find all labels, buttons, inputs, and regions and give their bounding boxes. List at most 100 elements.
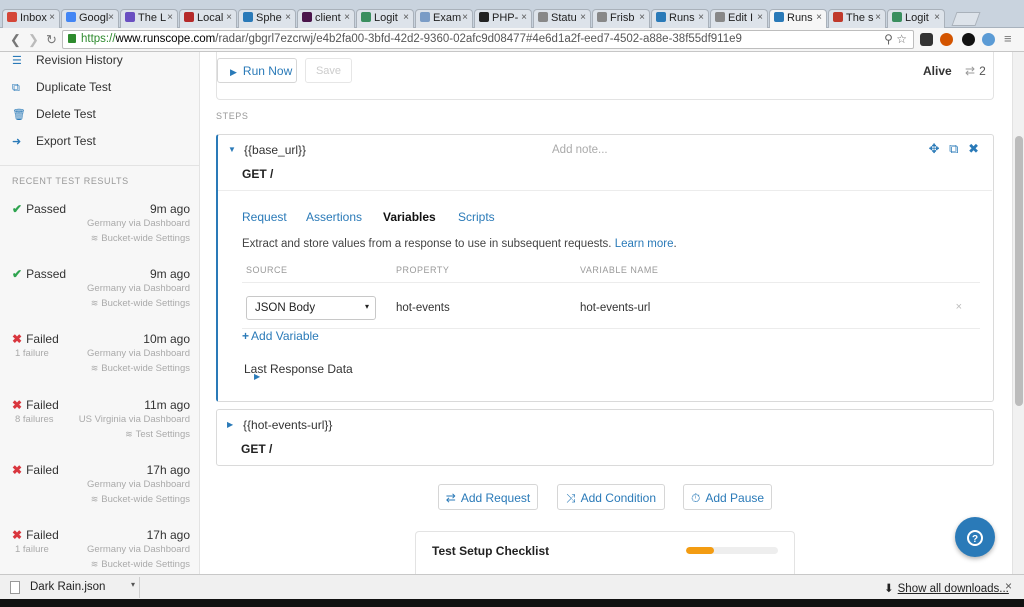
- step-url[interactable]: {{base_url}}: [244, 143, 306, 157]
- bookmark-star-icon[interactable]: ☆: [896, 32, 907, 46]
- test-setup-checklist[interactable]: Test Setup Checklist: [415, 531, 795, 574]
- test-result-item[interactable]: ✖ Failed 17h ago 1 failure Germany via Dashb…: [0, 528, 199, 574]
- close-icon[interactable]: ×: [639, 12, 645, 23]
- browser-tab[interactable]: Google×: [61, 9, 119, 28]
- browser-tab[interactable]: Frisb ×: [592, 9, 650, 28]
- result-location: Germany via Dashboard: [87, 478, 190, 490]
- close-icon[interactable]: ×: [108, 12, 114, 23]
- add-variable-button[interactable]: + Add Variable: [242, 329, 319, 343]
- browser-tab[interactable]: PHP- ×: [474, 9, 532, 28]
- reload-icon[interactable]: ↻: [46, 32, 57, 48]
- tab-title: Runs: [787, 12, 813, 24]
- browser-tab[interactable]: The s ×: [828, 9, 886, 28]
- recent-results-heading: RECENT TEST RESULTS: [12, 176, 129, 186]
- source-select[interactable]: JSON Body ▾: [246, 296, 376, 320]
- close-icon[interactable]: ×: [521, 12, 527, 23]
- close-icon[interactable]: ×: [285, 12, 291, 23]
- address-bar[interactable]: https://www.runscope.com/radar/gbgrl7ezc…: [62, 30, 914, 49]
- tab-scripts[interactable]: Scripts: [458, 210, 495, 224]
- learn-more-link[interactable]: Learn more: [615, 238, 674, 250]
- browser-menu-icon[interactable]: ≡: [1004, 31, 1012, 46]
- export-test-link[interactable]: ➜ Export Test: [12, 134, 96, 152]
- check-icon: ✔: [12, 267, 23, 282]
- close-icon[interactable]: ×: [49, 12, 55, 23]
- close-icon[interactable]: ×: [934, 12, 940, 23]
- add-condition-button[interactable]: ⤨ Add Condition: [557, 484, 665, 510]
- test-result-item[interactable]: ✔ Passed 9m ago Germany via Dashboard ≋ Bucke…: [0, 267, 199, 329]
- close-icon[interactable]: ×: [875, 12, 881, 23]
- extension-icon[interactable]: [982, 33, 995, 46]
- cross-icon: ✖: [12, 397, 23, 412]
- failure-count: 8 failures: [15, 413, 54, 425]
- run-now-button[interactable]: ▶ Run Now: [217, 58, 297, 83]
- help-icon: ?: [967, 530, 983, 546]
- add-pause-button[interactable]: ⏱ Add Pause: [683, 484, 772, 510]
- close-icon[interactable]: ×: [344, 12, 350, 23]
- duplicate-icon[interactable]: ⧉: [949, 141, 958, 156]
- test-result-item[interactable]: ✖ Failed 17h ago Germany via Dashboard ≋ Buck…: [0, 463, 199, 525]
- remove-variable-icon[interactable]: ×: [956, 301, 962, 313]
- property-input[interactable]: hot-events: [396, 302, 450, 314]
- result-location: Germany via Dashboard: [87, 348, 190, 360]
- forward-icon[interactable]: ❯: [28, 32, 39, 48]
- test-result-item[interactable]: ✖ Failed 10m ago 1 failure Germany via Dashb…: [0, 332, 199, 394]
- browser-tab[interactable]: Sphe ×: [238, 9, 296, 28]
- new-tab-button[interactable]: [951, 12, 981, 26]
- downloads-bar: Dark Rain.json ▾ ⬇ Show all downloads... …: [0, 574, 1024, 599]
- cross-icon: ✖: [12, 528, 23, 542]
- move-icon[interactable]: ✥: [929, 141, 940, 156]
- close-icon[interactable]: ×: [1005, 579, 1012, 593]
- browser-tab[interactable]: Statu ×: [533, 9, 591, 28]
- test-result-item[interactable]: ✔ Passed 9m ago Germany via Dashboard ≋ Bucke…: [0, 202, 199, 264]
- tab-request[interactable]: Request: [242, 210, 287, 224]
- add-request-button[interactable]: ⇄ Add Request: [438, 484, 538, 510]
- chevron-down-icon[interactable]: ▾: [131, 580, 135, 589]
- help-button[interactable]: ?: [955, 517, 995, 557]
- trash-icon: 🗑: [12, 109, 26, 121]
- collapse-icon[interactable]: ▼: [228, 145, 236, 154]
- revision-history-link[interactable]: ☰ Revision History: [12, 53, 123, 71]
- extension-icon[interactable]: [920, 33, 933, 46]
- close-icon[interactable]: ×: [580, 12, 586, 23]
- browser-tab[interactable]: Runs ×: [769, 9, 827, 28]
- test-result-item[interactable]: ✖ Failed 11m ago 8 failures US Virginia via …: [0, 398, 199, 460]
- delete-icon[interactable]: ✖: [968, 141, 979, 156]
- tab-assertions[interactable]: Assertions: [306, 210, 362, 224]
- search-icon[interactable]: ⚲: [884, 32, 893, 46]
- shared-count[interactable]: ⇄ 2: [965, 64, 986, 78]
- close-icon[interactable]: ×: [462, 12, 468, 23]
- page-scrollbar[interactable]: [1012, 52, 1024, 574]
- browser-tab[interactable]: Exam ×: [415, 9, 473, 28]
- tab-variables[interactable]: Variables: [383, 210, 436, 224]
- close-icon[interactable]: ×: [167, 12, 173, 23]
- show-all-downloads-link[interactable]: ⬇ Show all downloads...: [884, 581, 1009, 595]
- extension-icon[interactable]: [940, 33, 953, 46]
- browser-tab[interactable]: Logit ×: [356, 9, 414, 28]
- browser-tab[interactable]: Inbox ×: [2, 9, 60, 28]
- delete-test-link[interactable]: 🗑 Delete Test: [12, 107, 96, 125]
- back-icon[interactable]: ❮: [10, 32, 21, 48]
- duplicate-test-link[interactable]: ⧉ Duplicate Test: [12, 80, 111, 98]
- close-icon[interactable]: ×: [403, 12, 409, 23]
- github-icon[interactable]: [962, 33, 975, 46]
- expand-icon[interactable]: ▶: [227, 420, 233, 429]
- browser-tab[interactable]: Logit ×: [887, 9, 945, 28]
- close-icon[interactable]: ×: [698, 12, 704, 23]
- step-url[interactable]: {{hot-events-url}}: [243, 418, 332, 432]
- browser-tab[interactable]: The L ×: [120, 9, 178, 28]
- test-toolbar: ▶ Run Now Save Alive ⇄ 2: [216, 52, 994, 100]
- last-response-toggle[interactable]: ▶ Last Response Data: [244, 362, 353, 381]
- save-button[interactable]: Save: [305, 58, 352, 83]
- browser-tab[interactable]: Runs ×: [651, 9, 709, 28]
- close-icon[interactable]: ×: [757, 12, 763, 23]
- download-item[interactable]: Dark Rain.json ▾: [6, 577, 140, 598]
- browser-tab[interactable]: Local ×: [179, 9, 237, 28]
- close-icon[interactable]: ×: [226, 12, 232, 23]
- checklist-title: Test Setup Checklist: [432, 544, 550, 558]
- variable-name-input[interactable]: hot-events-url: [580, 302, 650, 314]
- close-icon[interactable]: ×: [816, 12, 822, 23]
- add-note-input[interactable]: Add note...: [552, 144, 608, 156]
- browser-tab[interactable]: client ×: [297, 9, 355, 28]
- browser-tab[interactable]: Edit I ×: [710, 9, 768, 28]
- scrollbar-thumb[interactable]: [1015, 136, 1023, 406]
